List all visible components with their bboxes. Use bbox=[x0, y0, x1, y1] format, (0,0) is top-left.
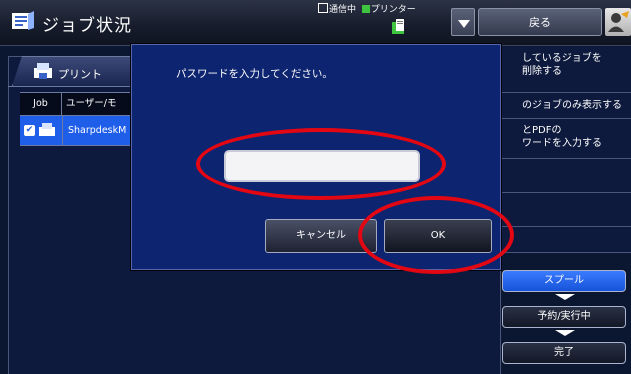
flow-arrow-icon bbox=[555, 294, 575, 300]
printer-status-label: プリンター bbox=[370, 5, 416, 15]
job-status-icon bbox=[12, 11, 34, 30]
tab-print-label: プリント bbox=[58, 68, 102, 81]
printer-status-icon bbox=[392, 19, 404, 34]
flow-arrow-icon bbox=[555, 330, 575, 336]
dialog-message: パスワードを入力してください。 bbox=[176, 68, 333, 80]
complete-button[interactable]: 完了 bbox=[502, 342, 626, 364]
printer-status-box bbox=[361, 5, 370, 13]
printer-icon bbox=[34, 63, 52, 79]
comm-status-box bbox=[318, 3, 328, 13]
chevron-down-icon bbox=[458, 20, 470, 28]
menu-show-only-jobs[interactable]: のジョブのみ表示する bbox=[502, 93, 631, 119]
column-header-job[interactable]: Job bbox=[20, 92, 62, 116]
password-input[interactable] bbox=[224, 150, 420, 182]
status-dropdown-button[interactable] bbox=[451, 8, 475, 36]
print-job-icon bbox=[39, 123, 55, 136]
comm-status-label: 通信中 bbox=[329, 5, 357, 15]
row-checkbox[interactable]: ✔ bbox=[24, 125, 35, 136]
menu-delete-jobs[interactable]: しているジョブを 削除する bbox=[502, 47, 631, 93]
queue-button[interactable]: 予約/実行中 bbox=[502, 306, 626, 328]
menu-blank-3 bbox=[502, 227, 631, 253]
spool-button[interactable]: スプール bbox=[502, 270, 626, 292]
row-divider bbox=[62, 116, 63, 146]
row-user-cell: SharpdeskM bbox=[68, 125, 127, 136]
page-title: ジョブ状況 bbox=[42, 16, 132, 36]
user-button[interactable] bbox=[605, 8, 631, 36]
back-button[interactable]: 戻る bbox=[478, 8, 602, 36]
cancel-button[interactable]: キャンセル bbox=[265, 219, 377, 253]
menu-blank-2 bbox=[502, 193, 631, 227]
ok-button[interactable]: OK bbox=[384, 219, 492, 253]
status-area: 通信中 プリンター bbox=[318, 2, 448, 42]
menu-blank-1 bbox=[502, 159, 631, 193]
menu-pdf-password[interactable]: とPDFの ワードを入力する bbox=[502, 119, 631, 159]
user-icon bbox=[608, 11, 629, 32]
